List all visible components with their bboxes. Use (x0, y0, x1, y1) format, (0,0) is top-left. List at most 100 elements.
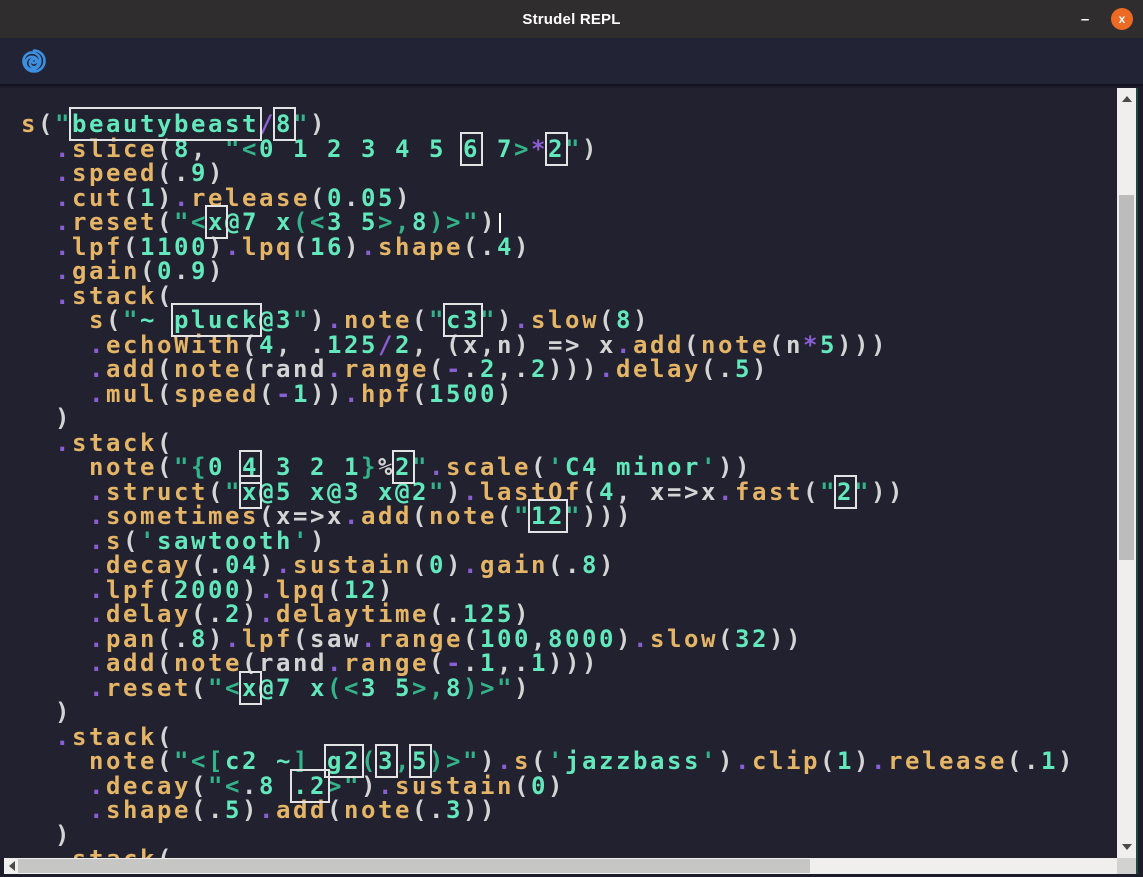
code-line[interactable]: s("beautybeast/8") (21, 112, 1075, 137)
code-line[interactable]: .slice(8, "<0 1 2 3 4 5 6 7>*2") (21, 137, 1075, 162)
code-token: " (514, 502, 531, 530)
code-line[interactable]: ) (21, 823, 1075, 848)
code-line[interactable]: .echoWith(4, .125/2, (x,n) => x.add(note… (21, 333, 1075, 358)
code-line[interactable]: .shape(.5).add(note(.3)) (21, 798, 1075, 823)
code-line[interactable]: .cut(1).release(0.05) (21, 186, 1075, 211)
code-token: ( (191, 674, 208, 702)
code-line[interactable]: .add(note(rand.range(-.2,.2))).delay(.5) (21, 357, 1075, 382)
code-token: ))) (582, 502, 633, 530)
code-token: ( (412, 796, 429, 824)
code-token: ) (854, 747, 871, 775)
code-token: lpq (242, 233, 293, 261)
code-token: ))) (548, 355, 599, 383)
window-titlebar[interactable]: Strudel REPL – x (0, 0, 1143, 38)
code-area[interactable]: s("beautybeast/8") .slice(8, "<0 1 2 3 4… (21, 112, 1075, 858)
close-icon: x (1119, 13, 1126, 25)
code-line[interactable]: .decay("<.8 .2>").sustain(0) (21, 774, 1075, 799)
code-token: . (89, 796, 106, 824)
code-token: . (463, 551, 480, 579)
code-token: " (854, 478, 871, 506)
vertical-scrollbar[interactable] (1117, 88, 1136, 858)
minimize-icon: – (1081, 11, 1089, 28)
code-line[interactable]: .stack( (21, 725, 1075, 750)
code-token: > (514, 135, 531, 163)
code-token: . (344, 380, 361, 408)
code-token: 1 (837, 747, 854, 775)
code-token: . (259, 796, 276, 824)
code-token: < (344, 674, 361, 702)
vertical-scrollbar-thumb[interactable] (1119, 195, 1134, 560)
code-token: "< (208, 674, 242, 702)
code-token: 5 (735, 355, 752, 383)
code-line[interactable]: .lpf(2000).lpq(12) (21, 578, 1075, 603)
code-line[interactable]: .reset("<x@7 x(<3 5>,8)>") (21, 676, 1075, 701)
code-token: ) (514, 674, 531, 702)
code-token: . (55, 845, 72, 858)
code-line[interactable]: .lpf(1100).lpq(16).shape(.4) (21, 235, 1075, 260)
code-token: fast (735, 478, 803, 506)
code-token: ( (769, 331, 786, 359)
code-token: ( (259, 380, 276, 408)
code-token: . (208, 796, 225, 824)
code-token: ) (242, 796, 259, 824)
code-token: 5 (225, 796, 242, 824)
code-token: delay (616, 355, 701, 383)
code-token: ))) (837, 331, 888, 359)
horizontal-scrollbar[interactable] (4, 858, 1136, 874)
horizontal-scrollbar-thumb[interactable] (18, 859, 810, 873)
code-token: )) (769, 625, 803, 653)
code-line[interactable]: .delay(.2).delaytime(.125) (21, 602, 1075, 627)
code-token: gain (480, 551, 548, 579)
code-token: ) (208, 257, 225, 285)
code-token: 0 1 2 3 4 5 (259, 135, 463, 163)
code-token: . (225, 233, 242, 261)
code-token (21, 845, 55, 858)
code-line[interactable]: .reset("<x@7 x(<3 5>,8)>") (21, 210, 1075, 235)
code-line[interactable]: .stack( (21, 284, 1075, 309)
strudel-logo-icon[interactable] (20, 47, 48, 75)
code-token: . (565, 551, 582, 579)
code-token: . (429, 796, 446, 824)
code-token: ( (701, 355, 718, 383)
code-token: . (480, 233, 497, 261)
code-line[interactable]: s("~ pluck@3").note("c3").slow(8) (21, 308, 1075, 333)
code-token: ( (803, 478, 820, 506)
code-line[interactable]: ) (21, 406, 1075, 431)
window-right-edge (1136, 88, 1143, 877)
code-token: ( (463, 233, 480, 261)
scroll-down-arrow-icon[interactable] (1122, 844, 1132, 850)
code-line[interactable]: .speed(.9) (21, 161, 1075, 186)
code-line[interactable]: ) (21, 700, 1075, 725)
code-token: ) (718, 747, 735, 775)
code-line[interactable]: .stack( (21, 847, 1075, 858)
scroll-up-arrow-icon[interactable] (1122, 96, 1132, 102)
code-line[interactable]: note("<[c2 ~] g2(3,5)>").s('jazzbass').c… (21, 749, 1075, 774)
code-token: )) (310, 380, 344, 408)
minimize-button[interactable]: – (1071, 0, 1099, 38)
code-token: )> (463, 674, 497, 702)
code-line[interactable]: .add(note(rand.range(-.1,.1))) (21, 651, 1075, 676)
code-token: . (735, 747, 752, 775)
code-token: ] (293, 747, 327, 775)
code-token: ( (242, 649, 259, 677)
code-line[interactable]: .stack( (21, 431, 1075, 456)
code-editor[interactable]: s("beautybeast/8") .slice(8, "<0 1 2 3 4… (0, 88, 1117, 858)
code-line[interactable]: .pan(.8).lpf(saw.range(100,8000).slow(32… (21, 627, 1075, 652)
code-token: 0 (429, 551, 446, 579)
code-token: * (531, 135, 548, 163)
scroll-left-arrow-icon[interactable] (9, 861, 15, 871)
close-button[interactable]: x (1111, 8, 1133, 30)
code-token: 1 (1041, 747, 1058, 775)
code-token: 16 (310, 233, 344, 261)
code-line[interactable]: .gain(0.9) (21, 259, 1075, 284)
code-token: ( (718, 625, 735, 653)
code-line[interactable]: .mul(speed(-1)).hpf(1500) (21, 382, 1075, 407)
code-line[interactable]: .decay(.04).sustain(0).gain(.8) (21, 553, 1075, 578)
code-line[interactable]: note("{0 4 3 2 1}%2".scale('C4 minor')) (21, 455, 1075, 480)
window-title: Strudel REPL (522, 11, 620, 28)
code-line[interactable]: .s('sawtooth') (21, 529, 1075, 554)
code-line[interactable]: .struct("x@5 x@3 x@2").lastOf(4, x=>x.fa… (21, 480, 1075, 505)
code-line[interactable]: .sometimes(x=>x.add(note("12"))) (21, 504, 1075, 529)
code-token: release (888, 747, 1007, 775)
code-token: ) (599, 551, 616, 579)
